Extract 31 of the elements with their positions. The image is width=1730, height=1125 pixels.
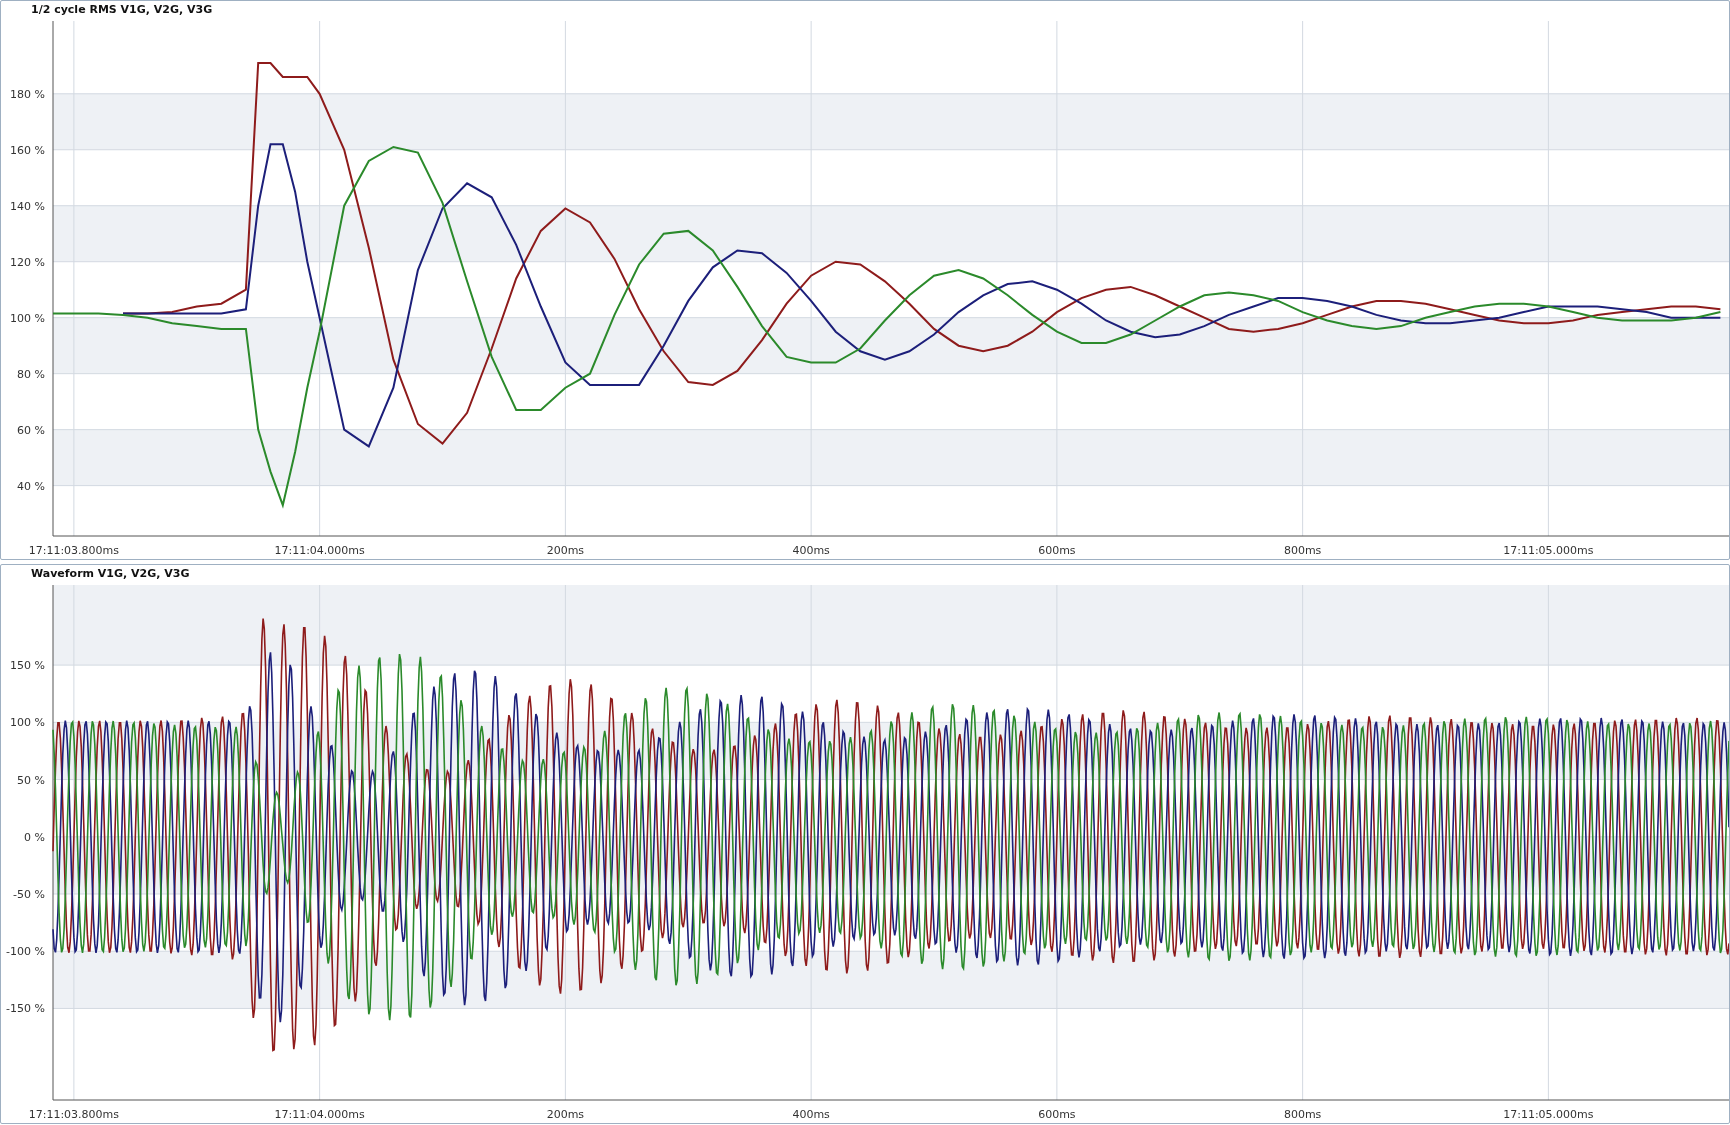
axis-label: 160 %: [10, 143, 45, 157]
axis-label: 17:11:04.000ms: [274, 544, 365, 557]
axis-label: 0 %: [24, 830, 45, 844]
axis-label: 140 %: [10, 199, 45, 213]
axis-label: 80 %: [17, 367, 45, 381]
axis-label: 17:11:03.800ms: [28, 544, 120, 557]
axis-label: 400ms: [792, 544, 830, 557]
axis-label: 120 %: [10, 255, 45, 269]
axis-label: 180 %: [10, 87, 45, 101]
axis-label: 17:11:04.000ms: [274, 1108, 365, 1121]
axis-label: 150 %: [10, 659, 45, 673]
axis-label: 40 %: [17, 479, 45, 493]
axis-label: 50 %: [17, 773, 45, 787]
axis-label: 800ms: [1283, 1108, 1322, 1121]
axis-label: -50 %: [13, 888, 45, 901]
axis-label: 200ms: [546, 1108, 585, 1121]
axis-label: 100 %: [10, 311, 45, 325]
axis-label: 17:11:05.000ms: [1503, 544, 1594, 557]
axis-label: 17:11:05.000ms: [1503, 1108, 1594, 1121]
chart-title: 1/2 cycle RMS V1G, V2G, V3G: [30, 2, 213, 18]
axis-label: 100 %: [10, 716, 45, 730]
axis-label: 400ms: [792, 1108, 830, 1121]
axis-label: 60 %: [17, 423, 45, 437]
axis-label: 17:11:03.800ms: [28, 1108, 120, 1121]
axis-label: 600ms: [1038, 544, 1076, 557]
chart-title: Waveform V1G, V2G, V3G: [30, 566, 190, 582]
axis-label: 200ms: [546, 544, 585, 557]
axis-label: 800ms: [1283, 544, 1322, 557]
axis-label: -100 %: [6, 945, 45, 959]
axis-label: -150 %: [6, 1002, 45, 1016]
axis-label: 600ms: [1038, 1108, 1076, 1121]
